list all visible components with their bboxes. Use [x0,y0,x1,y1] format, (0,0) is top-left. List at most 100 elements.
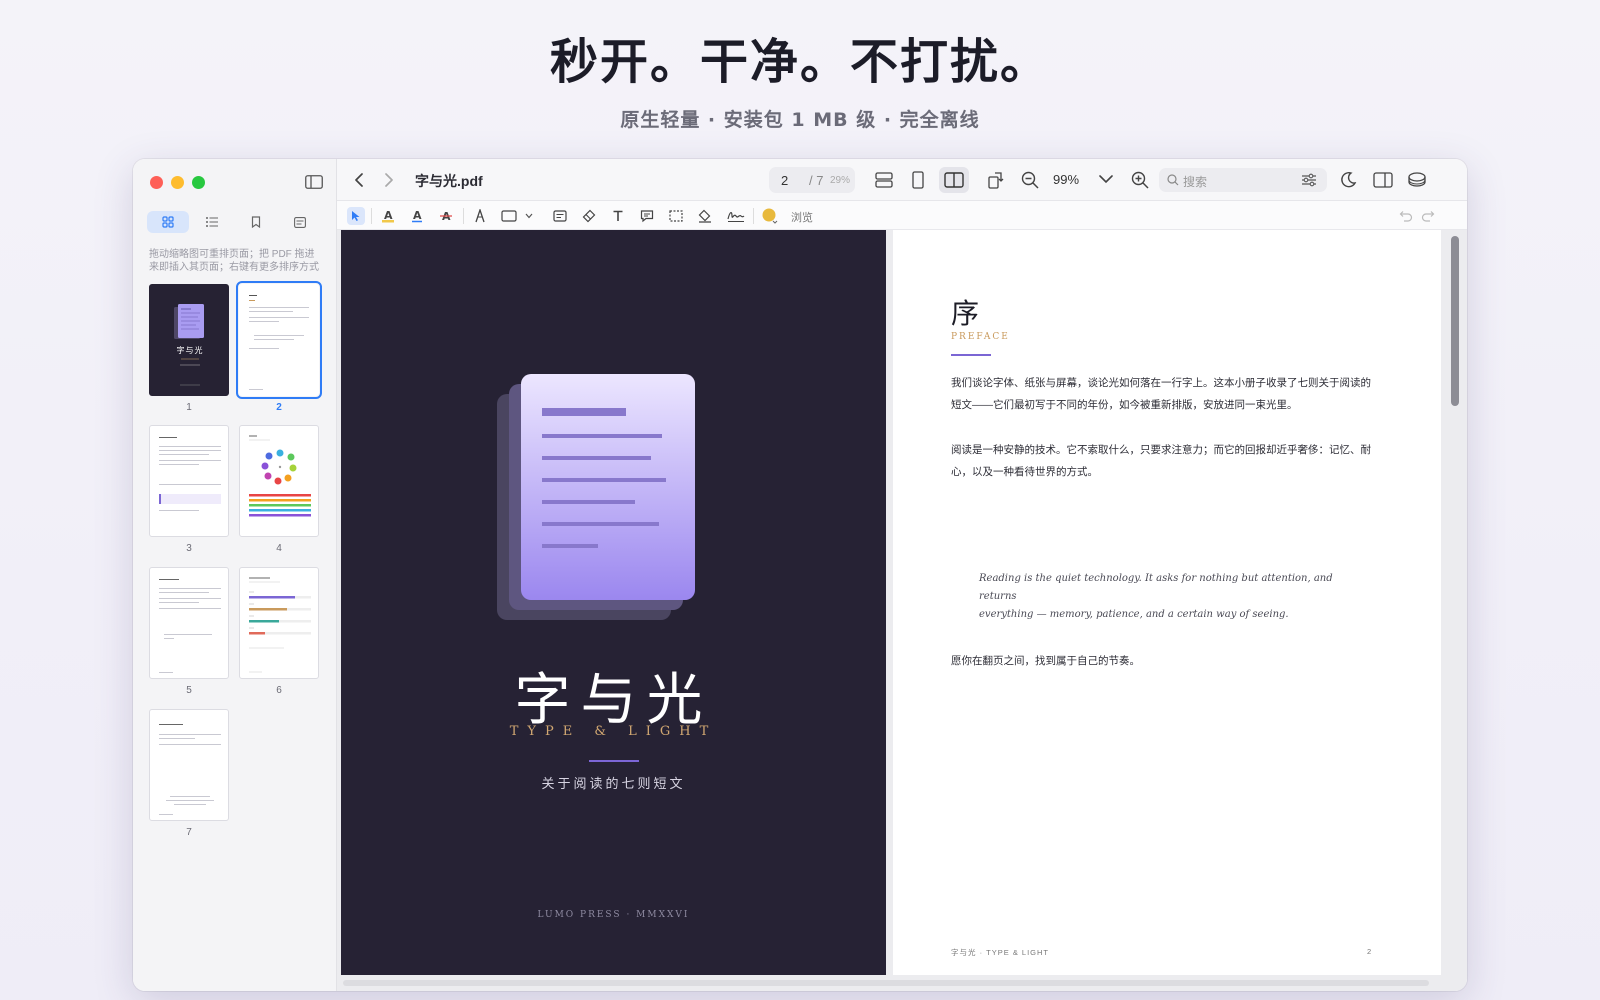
reading-progress: 29% [830,175,851,186]
text-tool[interactable] [609,207,627,225]
quote-line: Reading is the quiet technology. It asks… [979,573,1333,602]
thumbnail-page-2[interactable] [236,281,322,399]
thumbnail-number: 4 [276,543,282,554]
eraser-icon [582,209,596,223]
undo-icon[interactable] [1399,210,1413,222]
page-number: 2 [1367,947,1372,956]
view-mode-segment [869,167,969,193]
tab-annotations[interactable] [279,211,321,233]
paragraph-line: 短文——它们最初写于不同的年份，如今被重新排版，安放进同一束光里。 [951,399,1298,411]
back-button[interactable] [349,170,369,190]
minimize-window-button[interactable] [171,176,184,189]
cover-thumbnail-art [174,304,204,386]
hero-title: 秒开。干净。不打扰。 [549,34,1050,90]
sidebar: 拖动缩略图可重排页面；把 PDF 拖进来即插入其页面；右键有更多排序方式 字与光… [133,159,337,991]
close-window-button[interactable] [150,176,163,189]
color-wheel-thumbnail-art [249,435,311,517]
dark-mode-icon[interactable] [1339,171,1357,189]
thumbnail-number: 7 [186,827,192,838]
color-picker[interactable] [761,207,779,225]
form-tool[interactable] [551,207,569,225]
comment-tool[interactable] [638,207,656,225]
chevron-right-icon [385,173,393,187]
cover-divider [589,760,639,762]
bars-thumbnail-art [249,577,311,673]
thumbnail-page-1[interactable]: 字与光 [149,284,229,396]
highlight-tool[interactable]: A [379,207,397,225]
strikethrough-tool[interactable]: A [437,207,455,225]
redo-icon[interactable] [1421,210,1435,222]
thumbnail-number: 3 [186,543,192,554]
sidebar-toggle-icon[interactable] [305,175,323,189]
two-page-icon[interactable] [944,172,964,188]
preface-divider [951,354,991,356]
page-indicator[interactable]: 2 / 7 29% [769,167,855,193]
pen-tool[interactable] [471,207,489,225]
thumbnail-number: 5 [186,685,192,696]
hero-subtitle: 原生轻量 · 安装包 1 MB 级 · 完全离线 [620,109,980,131]
fill-tool[interactable] [696,207,714,225]
tab-bookmarks[interactable] [235,211,277,233]
app-window: 拖动缩略图可重排页面；把 PDF 拖进来即插入其页面；右键有更多排序方式 字与光… [133,159,1467,991]
continuous-scroll-icon[interactable] [875,172,893,188]
chevron-left-icon [355,173,363,187]
grid-icon [162,216,174,228]
preface-quote: Reading is the quiet technology. It asks… [979,570,1339,624]
comment-icon [640,210,654,223]
select-tool[interactable] [347,207,365,225]
pen-icon [475,209,485,223]
thumbnail-page-5[interactable] [149,567,229,679]
document-viewport[interactable]: 字与光 TYPE & LIGHT 关于阅读的七则短文 LUMO PRESS · … [337,230,1467,991]
main-toolbar: 字与光.pdf 2 / 7 29% 99% 搜索 [337,159,1467,201]
list-icon [206,217,218,227]
cover-title-en: TYPE & LIGHT [509,724,718,739]
tab-outline[interactable] [191,211,233,233]
shape-dropdown[interactable] [523,207,535,225]
rotate-icon[interactable] [987,171,1005,189]
underline-tool[interactable]: A [408,207,426,225]
thumbnail-number: 2 [276,402,282,413]
thumbnail-page-7[interactable] [149,709,229,821]
color-dot-icon [762,208,778,224]
divider [753,208,754,224]
thumbnail-number: 1 [186,402,192,413]
search-placeholder: 搜索 [1183,175,1208,189]
text-icon [613,210,623,221]
strikethrough-icon: A [440,210,452,223]
shape-tool[interactable] [499,207,519,225]
horizontal-scrollbar[interactable] [343,980,1429,986]
marquee-icon [669,210,683,222]
chevron-down-icon[interactable] [1099,174,1113,184]
eraser-tool[interactable] [580,207,598,225]
cover-subtitle: 关于阅读的七则短文 [541,776,686,791]
zoom-out-icon[interactable] [1021,171,1039,189]
single-page-icon[interactable] [912,171,924,189]
sidebar-tabs [147,211,323,233]
thumbnail-page-4[interactable] [239,425,319,537]
signature-tool[interactable] [725,207,747,225]
zoom-window-button[interactable] [192,176,205,189]
reading-mode-icon[interactable] [1407,171,1427,189]
search-options-icon[interactable] [1301,173,1317,187]
paragraph-line: 心，以及一种看待世界的方式。 [951,466,1098,478]
thumbnail-page-6[interactable] [239,567,319,679]
sidebar-hint: 拖动缩略图可重排页面；把 PDF 拖进来即插入其页面；右键有更多排序方式 [149,249,319,273]
tab-thumbnails[interactable] [147,211,189,233]
search-icon [1167,174,1179,186]
marquee-tool[interactable] [667,207,685,225]
paragraph-line: 阅读是一种安静的技术。它不索取什么，只要求注意力；而它的回报却近乎奢侈：记忆、耐 [951,444,1371,456]
divider [463,208,464,224]
zoom-in-icon[interactable] [1131,171,1149,189]
search-input[interactable]: 搜索 [1159,168,1327,192]
browse-mode-label[interactable]: 浏览 [791,209,813,225]
underline-icon: A [412,209,422,223]
rectangle-icon [501,210,517,222]
zoom-level[interactable]: 99% [1053,172,1079,187]
inspector-panel-icon[interactable] [1373,172,1393,188]
preface-heading-en: PREFACE [951,332,1010,342]
page-current-input[interactable]: 2 [781,173,788,188]
vertical-scrollbar[interactable] [1451,236,1459,406]
thumbnail-page-3[interactable] [149,425,229,537]
forward-button[interactable] [379,170,399,190]
cursor-arrow-icon [352,211,360,221]
